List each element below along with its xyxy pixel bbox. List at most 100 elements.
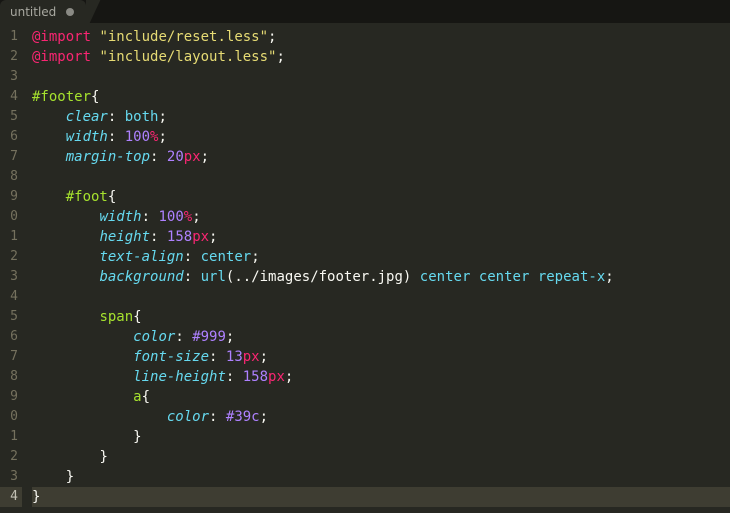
code-line[interactable]: #footer{ <box>32 87 730 107</box>
line-number: 3 <box>0 267 22 287</box>
code-line[interactable]: @import "include/reset.less"; <box>32 27 730 47</box>
token-punct: ; <box>251 249 259 265</box>
token-sel: #footer <box>32 89 91 105</box>
line-number: 6 <box>0 327 22 347</box>
token-plain <box>32 269 99 285</box>
token-plain <box>32 109 66 125</box>
line-number-gutter: 123456789012345678901234 <box>0 23 22 513</box>
code-line[interactable]: margin-top: 20px; <box>32 147 730 167</box>
token-plain <box>158 149 166 165</box>
code-line[interactable]: } <box>32 427 730 447</box>
line-number: 7 <box>0 347 22 367</box>
token-unit: % <box>184 209 192 225</box>
token-punct: : <box>142 209 150 225</box>
token-plain <box>529 269 537 285</box>
token-num: 20 <box>167 149 184 165</box>
token-plain <box>411 269 419 285</box>
token-sel: a <box>133 389 141 405</box>
line-number: 2 <box>0 247 22 267</box>
token-plain <box>32 469 66 485</box>
token-punct: : <box>175 329 183 345</box>
code-line[interactable]: } <box>32 447 730 467</box>
code-line[interactable]: color: #39c; <box>32 407 730 427</box>
code-line[interactable]: background: url(../images/footer.jpg) ce… <box>32 267 730 287</box>
code-line[interactable]: line-height: 158px; <box>32 367 730 387</box>
code-line[interactable]: @import "include/layout.less"; <box>32 47 730 67</box>
tab-untitled[interactable]: untitled <box>0 0 86 23</box>
code-line[interactable]: span{ <box>32 307 730 327</box>
token-prop: color <box>133 329 175 345</box>
token-val: repeat-x <box>538 269 605 285</box>
code-line[interactable]: color: #999; <box>32 327 730 347</box>
token-plain <box>32 449 99 465</box>
token-plain <box>32 149 66 165</box>
code-line[interactable]: } <box>32 487 730 507</box>
code-line[interactable] <box>32 287 730 307</box>
line-number: 8 <box>0 167 22 187</box>
token-str: "include/layout.less" <box>99 49 276 65</box>
token-punct: } <box>133 429 141 445</box>
line-number: 0 <box>0 407 22 427</box>
line-number: 9 <box>0 187 22 207</box>
token-plain <box>470 269 478 285</box>
code-line[interactable]: text-align: center; <box>32 247 730 267</box>
code-line[interactable]: width: 100%; <box>32 127 730 147</box>
token-plain: ../images/footer.jpg <box>234 269 403 285</box>
token-prop: clear <box>66 109 108 125</box>
tab-title: untitled <box>10 5 56 19</box>
token-plain <box>32 189 66 205</box>
code-line[interactable]: a{ <box>32 387 730 407</box>
line-number: 5 <box>0 307 22 327</box>
line-number: 7 <box>0 147 22 167</box>
token-num: #999 <box>192 329 226 345</box>
line-number: 5 <box>0 107 22 127</box>
token-punct: ; <box>192 209 200 225</box>
token-num: 100 <box>158 209 183 225</box>
code-line[interactable]: width: 100%; <box>32 207 730 227</box>
token-plain <box>116 109 124 125</box>
line-number: 4 <box>0 287 22 307</box>
token-prop: font-size <box>133 349 209 365</box>
token-punct: ; <box>605 269 613 285</box>
line-number: 1 <box>0 227 22 247</box>
line-number: 1 <box>0 27 22 47</box>
token-punct: ; <box>260 349 268 365</box>
token-punct: ; <box>201 149 209 165</box>
token-prop: line-height <box>133 369 226 385</box>
token-val: center <box>201 249 252 265</box>
token-prop: background <box>99 269 183 285</box>
token-punct: : <box>184 269 192 285</box>
token-punct: { <box>133 309 141 325</box>
token-unit: px <box>243 349 260 365</box>
token-plain <box>32 409 167 425</box>
token-prop: color <box>167 409 209 425</box>
token-punct: : <box>184 249 192 265</box>
token-prop: text-align <box>99 249 183 265</box>
tab-bar: untitled <box>0 0 730 23</box>
token-punct: ; <box>209 229 217 245</box>
code-line[interactable] <box>32 167 730 187</box>
token-plain <box>32 249 99 265</box>
token-unit: px <box>184 149 201 165</box>
code-line[interactable] <box>32 67 730 87</box>
line-number: 1 <box>0 427 22 447</box>
token-punct: ; <box>276 49 284 65</box>
line-number: 3 <box>0 467 22 487</box>
line-number: 2 <box>0 447 22 467</box>
code-content[interactable]: @import "include/reset.less";@import "in… <box>22 23 730 513</box>
token-punct: ; <box>285 369 293 385</box>
editor-window: untitled 123456789012345678901234 @impor… <box>0 0 730 513</box>
code-line[interactable]: #foot{ <box>32 187 730 207</box>
code-line[interactable]: } <box>32 467 730 487</box>
token-num: 100 <box>125 129 150 145</box>
token-punct: } <box>66 469 74 485</box>
token-plain <box>32 429 133 445</box>
token-plain <box>32 389 133 405</box>
token-plain <box>217 409 225 425</box>
editor-area[interactable]: 123456789012345678901234 @import "includ… <box>0 23 730 513</box>
token-plain <box>192 269 200 285</box>
code-line[interactable]: font-size: 13px; <box>32 347 730 367</box>
code-line[interactable]: clear: both; <box>32 107 730 127</box>
code-line[interactable]: height: 158px; <box>32 227 730 247</box>
token-prop: margin-top <box>66 149 150 165</box>
